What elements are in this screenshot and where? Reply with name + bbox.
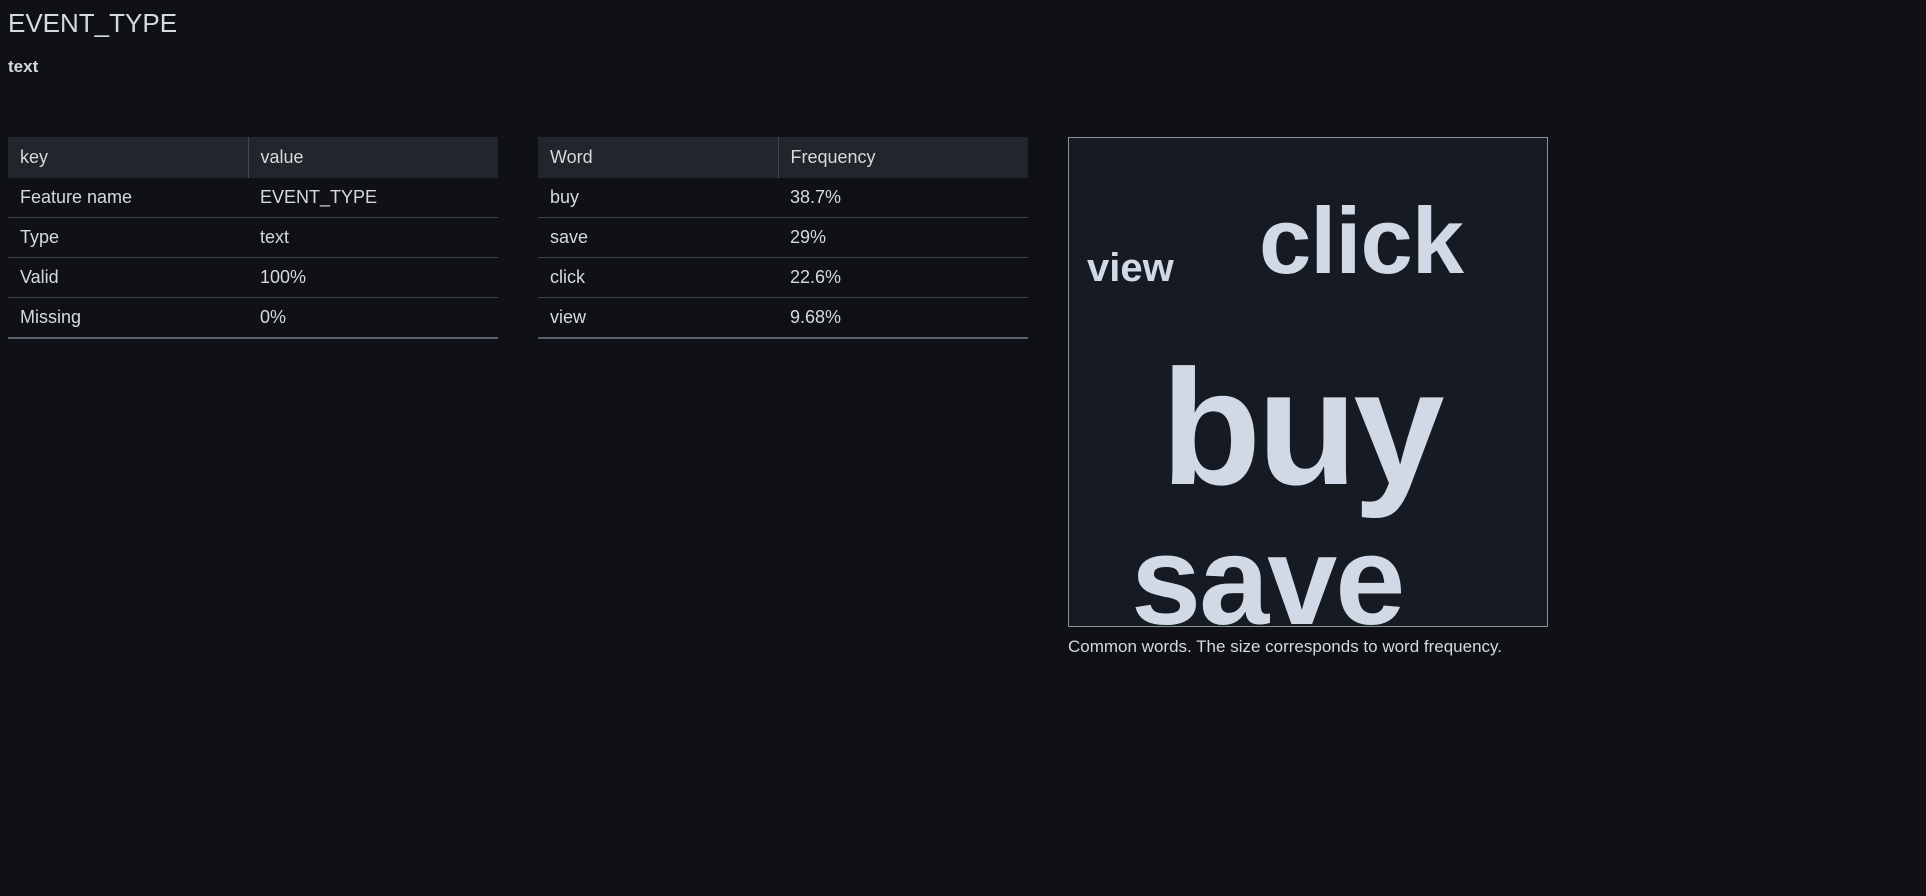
freq-word: save — [538, 218, 778, 258]
table-row: view 9.68% — [538, 298, 1028, 339]
cloud-word-save: save — [1131, 518, 1403, 644]
table-row: Feature name EVENT_TYPE — [8, 178, 498, 218]
feature-summary-table: key value Feature name EVENT_TYPE Type t… — [8, 137, 498, 339]
page-title: EVENT_TYPE — [8, 8, 1918, 39]
table-row: save 29% — [538, 218, 1028, 258]
kv-value: 0% — [248, 298, 498, 339]
cloud-word-click: click — [1259, 194, 1463, 288]
kv-value: text — [248, 218, 498, 258]
freq-word: view — [538, 298, 778, 339]
freq-word: click — [538, 258, 778, 298]
freq-freq: 22.6% — [778, 258, 1028, 298]
freq-freq: 29% — [778, 218, 1028, 258]
word-frequency-table: Word Frequency buy 38.7% save 29% click … — [538, 137, 1028, 339]
kv-key: Valid — [8, 258, 248, 298]
kv-value: 100% — [248, 258, 498, 298]
word-cloud: view click buy save — [1068, 137, 1548, 627]
table-row: Valid 100% — [8, 258, 498, 298]
page-subtitle: text — [8, 57, 1918, 77]
table-row: buy 38.7% — [538, 178, 1028, 218]
kv-key: Type — [8, 218, 248, 258]
freq-freq: 9.68% — [778, 298, 1028, 339]
kv-key: Missing — [8, 298, 248, 339]
freq-header-word: Word — [538, 137, 778, 178]
kv-value: EVENT_TYPE — [248, 178, 498, 218]
freq-freq: 38.7% — [778, 178, 1028, 218]
table-row: click 22.6% — [538, 258, 1028, 298]
kv-header-key: key — [8, 137, 248, 178]
freq-header-freq: Frequency — [778, 137, 1028, 178]
cloud-word-view: view — [1087, 248, 1174, 288]
table-row: Missing 0% — [8, 298, 498, 339]
table-row: Type text — [8, 218, 498, 258]
freq-word: buy — [538, 178, 778, 218]
kv-header-value: value — [248, 137, 498, 178]
cloud-word-buy: buy — [1161, 346, 1441, 510]
kv-key: Feature name — [8, 178, 248, 218]
